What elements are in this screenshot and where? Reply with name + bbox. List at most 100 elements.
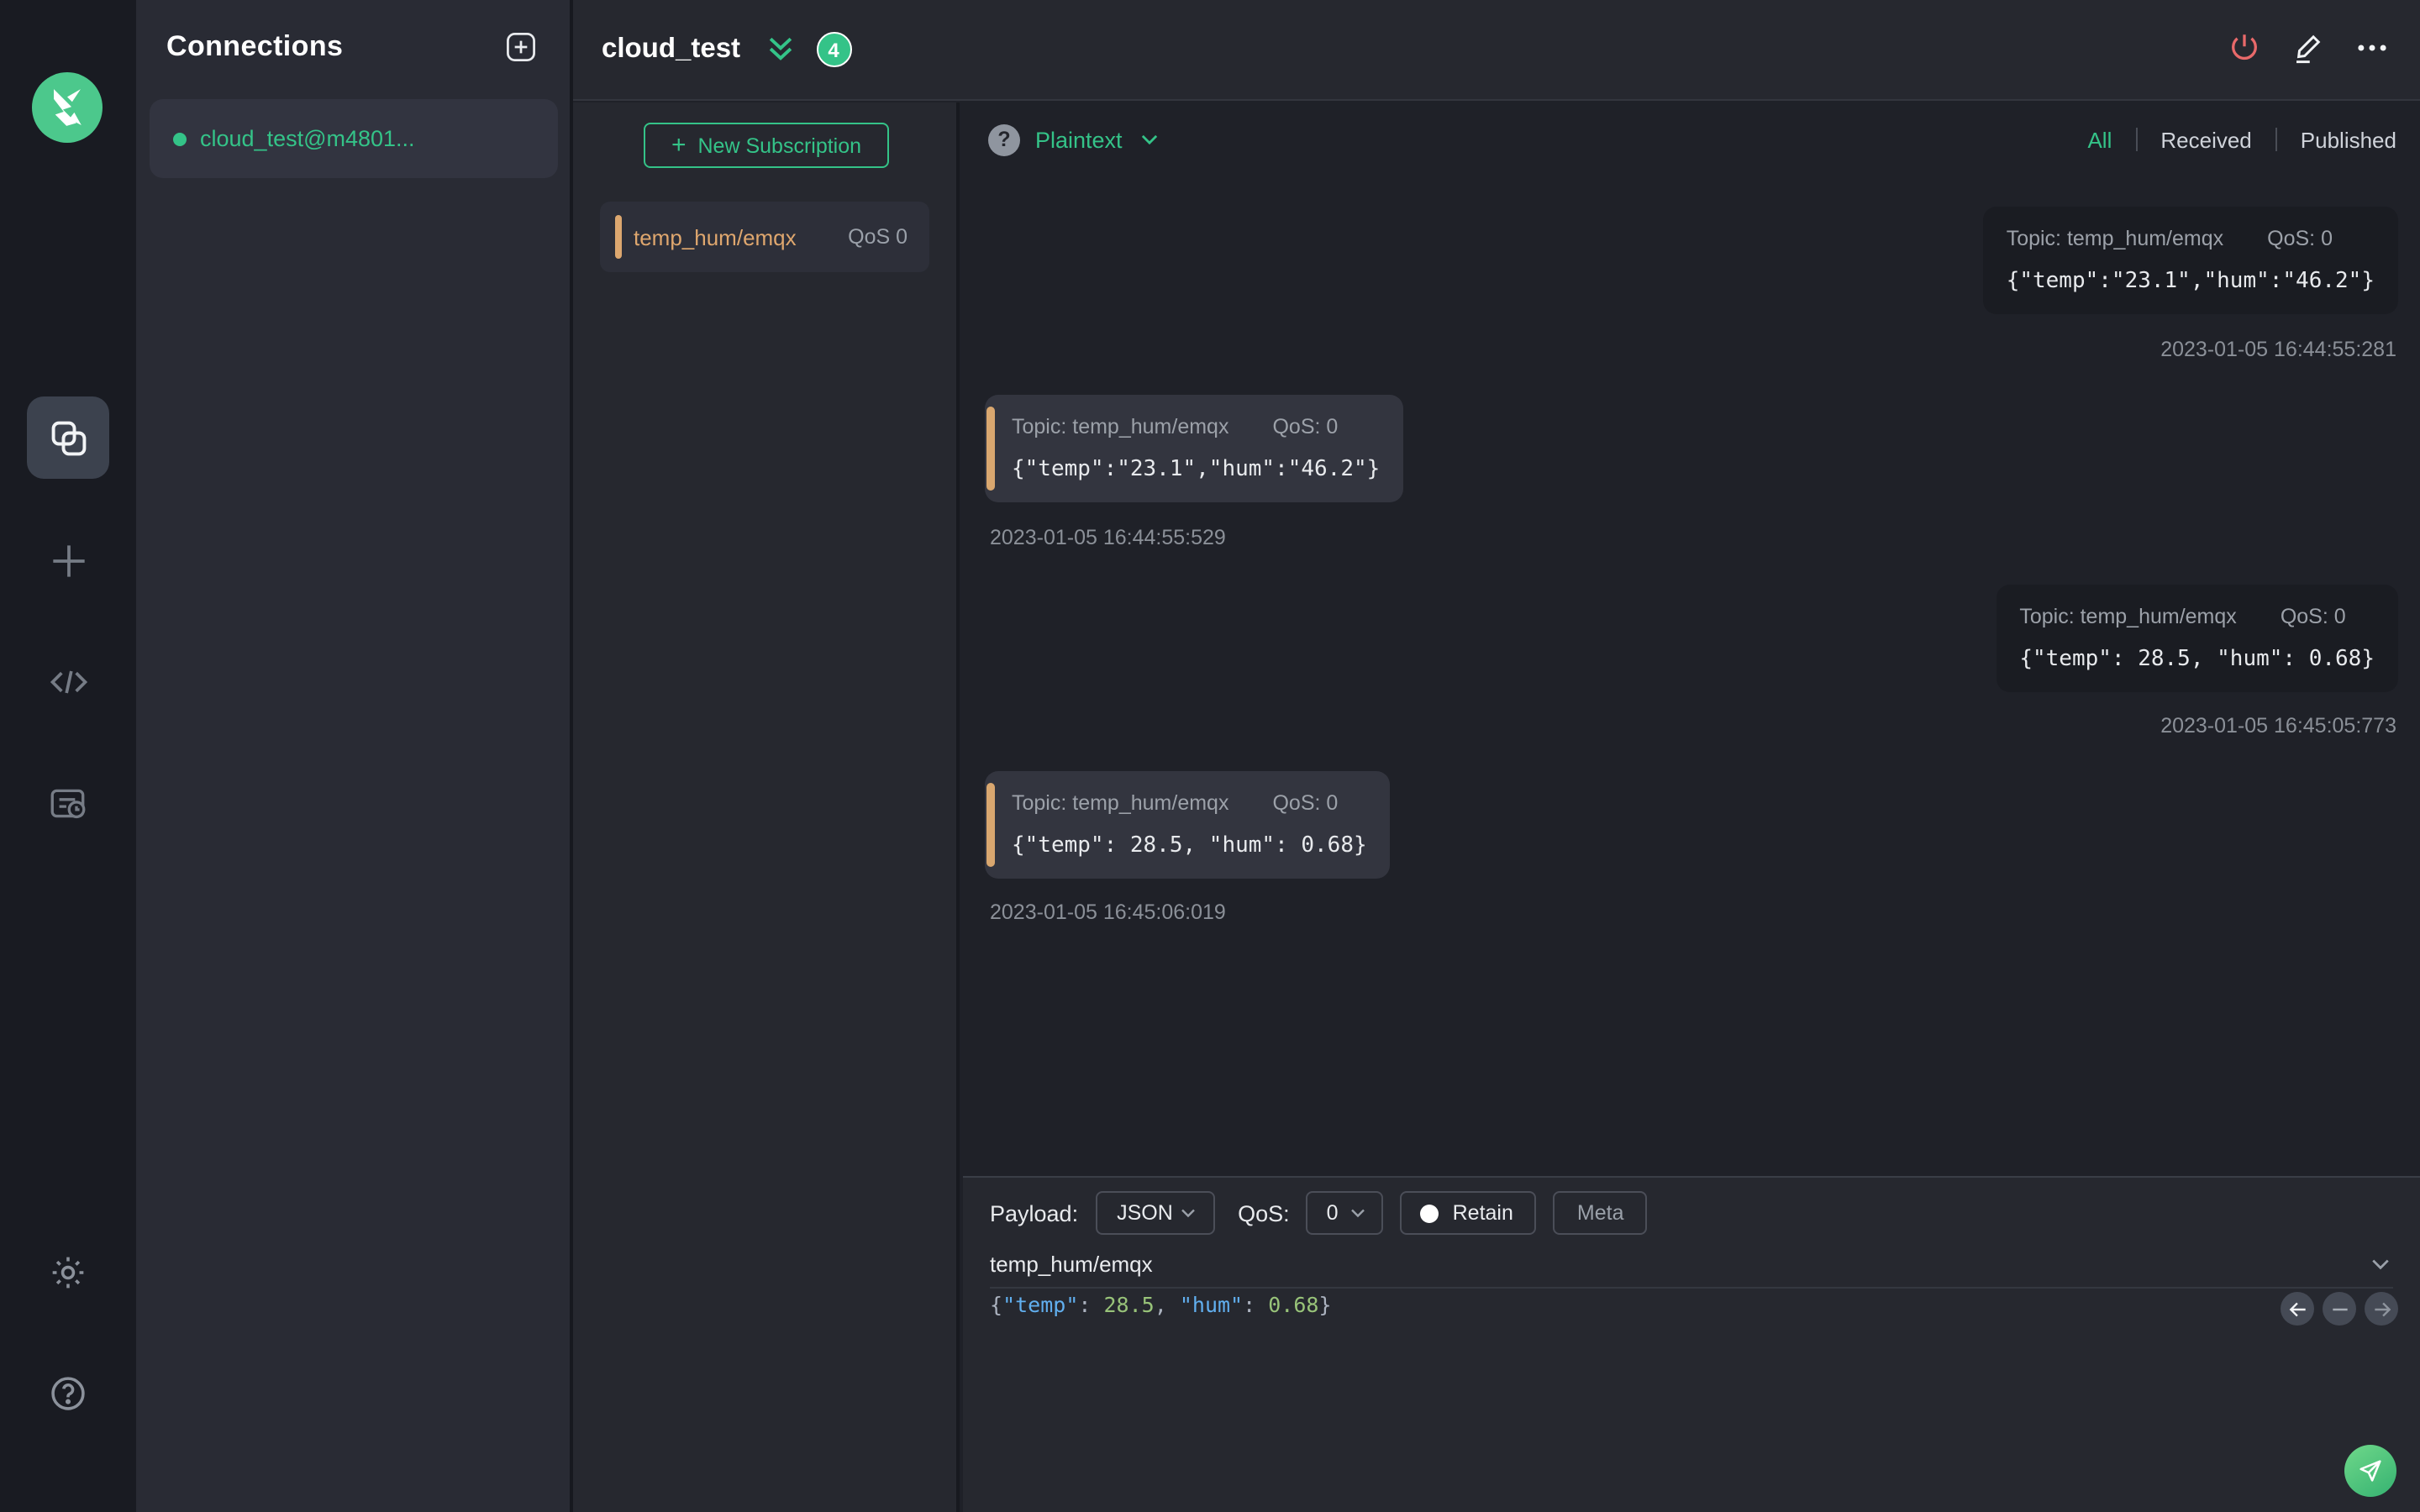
editor-token: : xyxy=(1078,1292,1104,1317)
message-topic: Topic: temp_hum/emqx xyxy=(1012,415,1229,438)
editor-token: "hum" xyxy=(1179,1292,1244,1317)
connections-icon xyxy=(46,416,90,459)
payload-format-select[interactable]: ? Plaintext xyxy=(988,123,1161,155)
payload-editor[interactable]: {"temp": 28.5, "hum": 0.68} xyxy=(990,1292,1332,1317)
question-circle-icon xyxy=(47,1373,89,1415)
retain-toggle[interactable]: Retain xyxy=(1400,1191,1537,1235)
tab-published[interactable]: Published xyxy=(2301,127,2396,152)
send-button[interactable] xyxy=(2344,1445,2396,1497)
more-options-button[interactable] xyxy=(2354,29,2390,70)
disconnect-button[interactable] xyxy=(2227,29,2262,70)
square-plus-icon xyxy=(502,33,539,71)
message-qos: QoS: 0 xyxy=(2267,227,2333,250)
connections-title: Connections xyxy=(166,30,344,62)
chevron-down-icon xyxy=(1351,1209,1365,1218)
tab-received[interactable]: Received xyxy=(2160,127,2251,152)
connection-list-item[interactable]: cloud_test@m4801... xyxy=(150,99,558,178)
collapse-panel-icon[interactable] xyxy=(764,35,796,64)
connections-panel: Connections cloud_test@m4801... xyxy=(136,0,573,1512)
payload-type-label: Payload: xyxy=(990,1200,1079,1226)
message-qos: QoS: 0 xyxy=(2280,605,2346,628)
tab-divider xyxy=(2135,128,2138,151)
mqttx-window: Connections cloud_test@m4801... cloud_te… xyxy=(0,0,2420,1512)
chevron-down-icon xyxy=(1141,134,1157,145)
ellipsis-icon xyxy=(2354,29,2390,70)
retain-dot-icon xyxy=(1420,1204,1439,1222)
app-rail xyxy=(0,0,136,1512)
subscription-list-item[interactable]: temp_hum/emqx QoS 0 xyxy=(600,202,929,272)
message-timestamp: 2023-01-05 16:44:55:281 xyxy=(2160,338,2396,361)
minus-icon xyxy=(2332,1307,2347,1310)
settings-button[interactable] xyxy=(27,1231,109,1314)
arrow-right-icon xyxy=(2374,1301,2391,1316)
message-payload: {"temp": 28.5, "hum": 0.68} xyxy=(2019,647,2375,672)
nav-script-button[interactable] xyxy=(27,640,109,722)
message-topic: Topic: temp_hum/emqx xyxy=(2019,605,2237,628)
message-timestamp: 2023-01-05 16:45:06:019 xyxy=(990,900,1226,924)
message-filter-tabs: All Received Published xyxy=(2087,127,2396,152)
chevron-down-icon xyxy=(1181,1209,1194,1218)
connection-title: cloud_test xyxy=(602,34,741,64)
retain-label: Retain xyxy=(1452,1201,1513,1225)
connection-status-dot xyxy=(173,132,187,145)
received-accent-bar xyxy=(986,407,994,491)
format-help-icon[interactable]: ? xyxy=(988,123,1020,155)
qos-select[interactable]: 0 xyxy=(1306,1191,1384,1235)
nav-log-button[interactable] xyxy=(27,763,109,845)
message-qos: QoS: 0 xyxy=(1272,415,1339,438)
message-qos: QoS: 0 xyxy=(1272,791,1339,815)
payload-type-value: JSON xyxy=(1117,1201,1173,1225)
message-payload: {"temp":"23.1","hum":"46.2"} xyxy=(2006,269,2375,294)
connection-header: cloud_test 4 xyxy=(573,0,2420,101)
history-navigation xyxy=(2281,1292,2398,1326)
editor-token: 0.68 xyxy=(1268,1292,1319,1317)
new-subscription-button[interactable]: + New Subscription xyxy=(644,123,889,168)
edit-connection-button[interactable] xyxy=(2291,29,2326,70)
format-label: Plaintext xyxy=(1035,127,1123,152)
editor-token: } xyxy=(1318,1292,1332,1317)
help-button[interactable] xyxy=(27,1352,109,1435)
received-accent-bar xyxy=(986,783,994,867)
plus-icon xyxy=(45,537,92,584)
message-bubble-published[interactable]: Topic: temp_hum/emqx QoS: 0 {"temp":"23.… xyxy=(1982,207,2398,314)
message-bubble-received[interactable]: Topic: temp_hum/emqx QoS: 0 {"temp": 28.… xyxy=(985,771,1391,879)
collapse-editor-icon[interactable] xyxy=(2368,1252,2393,1277)
message-bubble-received[interactable]: Topic: temp_hum/emqx QoS: 0 {"temp":"23.… xyxy=(985,395,1404,502)
nav-connections-button[interactable] xyxy=(27,396,109,479)
subscriptions-panel: + New Subscription temp_hum/emqx QoS 0 xyxy=(573,102,960,1512)
plus-icon: + xyxy=(671,130,687,159)
messages-panel: ? Plaintext All Received Published Topic… xyxy=(963,102,2420,1176)
subscription-color-bar xyxy=(615,215,622,259)
qos-label: QoS: xyxy=(1238,1200,1290,1226)
subscription-topic: temp_hum/emqx xyxy=(634,224,797,249)
power-icon xyxy=(2227,29,2262,70)
message-count-badge[interactable]: 4 xyxy=(816,32,852,67)
editor-token: { xyxy=(990,1292,1003,1317)
connection-name: cloud_test@m4801... xyxy=(200,126,415,151)
new-connection-button[interactable] xyxy=(502,29,539,66)
history-clear-button[interactable] xyxy=(2323,1292,2356,1326)
messages-toolbar: ? Plaintext All Received Published xyxy=(963,102,2420,176)
message-topic: Topic: temp_hum/emqx xyxy=(2006,227,2224,250)
topic-input-row: temp_hum/emqx xyxy=(990,1242,2393,1289)
publish-panel: Payload: JSON QoS: 0 Retain Meta temp_hu… xyxy=(963,1176,2420,1512)
history-prev-button[interactable] xyxy=(2281,1292,2314,1326)
publish-toolbar: Payload: JSON QoS: 0 Retain Meta xyxy=(990,1191,1648,1235)
message-payload: {"temp":"23.1","hum":"46.2"} xyxy=(1012,457,1381,482)
payload-type-select[interactable]: JSON xyxy=(1095,1191,1215,1235)
topic-input[interactable]: temp_hum/emqx xyxy=(990,1252,2368,1277)
message-bubble-published[interactable]: Topic: temp_hum/emqx QoS: 0 {"temp": 28.… xyxy=(1996,585,2398,692)
tab-all[interactable]: All xyxy=(2087,127,2112,152)
editor-token: : xyxy=(1243,1292,1269,1317)
meta-label: Meta xyxy=(1576,1201,1624,1225)
message-topic: Topic: temp_hum/emqx xyxy=(1012,791,1229,815)
send-plane-icon xyxy=(2360,1460,2381,1482)
history-next-button[interactable] xyxy=(2365,1292,2398,1326)
nav-new-connection-button[interactable] xyxy=(27,519,109,601)
meta-button[interactable]: Meta xyxy=(1553,1191,1648,1235)
pencil-icon xyxy=(2291,29,2326,70)
editor-token: , xyxy=(1154,1292,1180,1317)
arrow-left-icon xyxy=(2288,1301,2305,1316)
code-icon xyxy=(46,659,90,703)
message-timestamp: 2023-01-05 16:45:05:773 xyxy=(2160,714,2396,738)
